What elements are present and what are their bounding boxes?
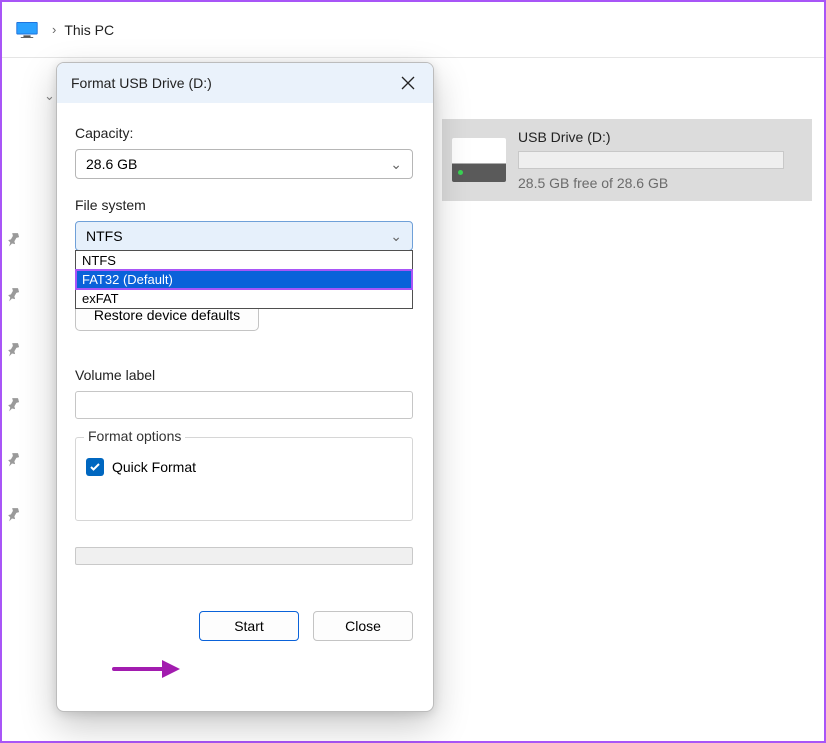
monitor-icon	[16, 22, 38, 38]
drive-tile-free: 28.5 GB free of 28.6 GB	[518, 175, 802, 191]
format-options-group: Format options Quick Format	[75, 437, 413, 521]
start-button[interactable]: Start	[199, 611, 299, 641]
volume-label-input[interactable]	[75, 391, 413, 419]
format-dialog: Format USB Drive (D:) Capacity: 28.6 GB …	[56, 62, 434, 712]
volume-label-caption: Volume label	[75, 367, 415, 383]
breadcrumb-location[interactable]: This PC	[64, 22, 114, 38]
format-options-caption: Format options	[84, 428, 185, 444]
dialog-title: Format USB Drive (D:)	[71, 75, 212, 91]
pinned-icons-column	[6, 232, 26, 562]
capacity-label: Capacity:	[75, 125, 415, 141]
quick-format-checkbox[interactable]: Quick Format	[86, 458, 402, 476]
filesystem-option-exfat[interactable]: exFAT	[76, 289, 412, 308]
drive-tile-name: USB Drive (D:)	[518, 129, 802, 145]
filesystem-option-ntfs[interactable]: NTFS	[76, 251, 412, 270]
pin-icon	[3, 339, 25, 361]
quick-format-label: Quick Format	[112, 459, 196, 475]
pin-icon	[3, 449, 25, 471]
close-dialog-button[interactable]: Close	[313, 611, 413, 641]
chevron-right-icon: ›	[52, 22, 56, 37]
filesystem-label: File system	[75, 197, 415, 213]
drive-tile-usb[interactable]: USB Drive (D:) 28.5 GB free of 28.6 GB	[442, 119, 812, 201]
close-button[interactable]	[397, 72, 419, 94]
capacity-value: 28.6 GB	[86, 156, 137, 172]
chevron-down-icon[interactable]: ⌄	[44, 88, 55, 104]
filesystem-selected: NTFS	[86, 228, 123, 244]
dialog-titlebar[interactable]: Format USB Drive (D:)	[57, 63, 433, 103]
checkbox-checked-icon	[86, 458, 104, 476]
filesystem-combobox[interactable]: NTFS ⌄	[75, 221, 413, 251]
pin-icon	[3, 504, 25, 526]
drive-capacity-bar	[518, 151, 784, 169]
format-progress-bar	[75, 547, 413, 565]
chevron-down-icon: ⌄	[390, 156, 402, 173]
pin-icon	[3, 394, 25, 416]
breadcrumb: › This PC	[2, 2, 824, 58]
filesystem-dropdown: NTFS FAT32 (Default) exFAT	[75, 250, 413, 309]
drive-icon	[452, 138, 506, 182]
pin-icon	[3, 284, 25, 306]
annotation-arrow-icon	[112, 656, 182, 682]
filesystem-option-fat32[interactable]: FAT32 (Default)	[76, 270, 412, 289]
chevron-down-icon: ⌄	[390, 228, 402, 245]
close-icon	[401, 76, 415, 90]
pin-icon	[3, 229, 25, 251]
capacity-combobox[interactable]: 28.6 GB ⌄	[75, 149, 413, 179]
